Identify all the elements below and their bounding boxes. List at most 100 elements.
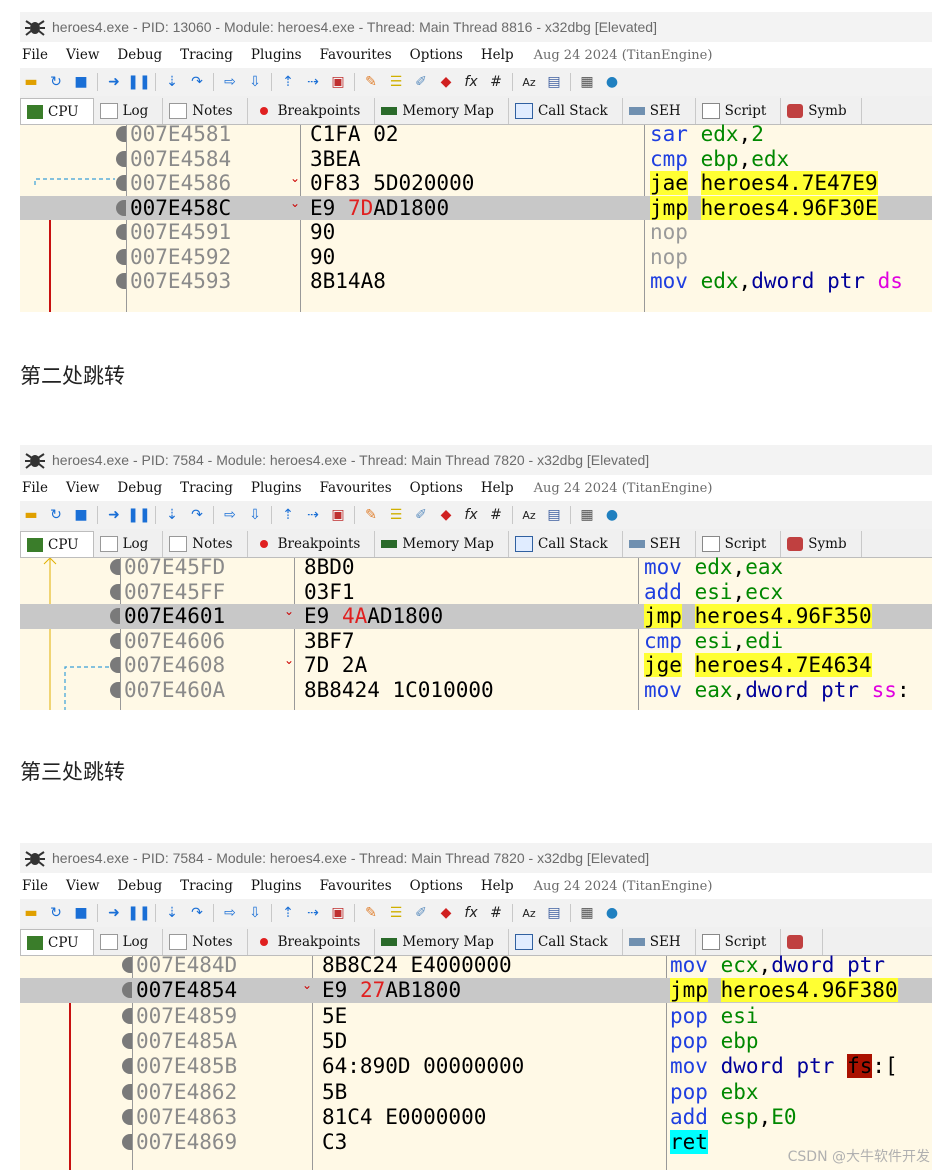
breakpoint-dot[interactable] [110, 657, 120, 673]
instruction-row[interactable]: 007E4581 C1FA 02 sar edx,2 [20, 122, 932, 147]
tab-call-stack[interactable]: Call Stack [509, 531, 623, 557]
instruction-row[interactable]: 007E45FD 8BD0 mov edx,eax [20, 555, 932, 580]
tab-call-stack[interactable]: Call Stack [509, 98, 623, 124]
breakpoint-dot[interactable] [122, 1108, 132, 1125]
instruction-row[interactable]: 007E4591 90 nop [20, 220, 932, 245]
instruction-row[interactable]: 007E4608 ⌄ 7D 2A jge heroes4.7E4634 [20, 653, 932, 678]
step-into-icon[interactable]: ⇣ [163, 506, 181, 524]
breakpoint-dot[interactable] [122, 1058, 132, 1075]
instruction-row[interactable]: 007E460A 8B8424 1C010000 mov eax,dword ptr… [20, 678, 932, 703]
tab-memory-map[interactable]: Memory Map [375, 929, 509, 955]
breakpoint-dot[interactable] [116, 150, 126, 167]
font-icon[interactable]: Aᴢ [520, 73, 538, 91]
label-icon[interactable]: ✐ [412, 904, 430, 922]
breakpoint-dot[interactable] [110, 583, 120, 600]
tab-cpu[interactable]: CPU [20, 531, 94, 557]
step-over-icon[interactable]: ↷ [188, 73, 206, 91]
instruction-row[interactable]: 007E4863 81C4 E0000000 add esp,E0 [20, 1105, 932, 1130]
tab-symbols[interactable]: Symb [781, 98, 862, 124]
menu-options[interactable]: Options [410, 878, 463, 894]
trace-into-icon[interactable]: ⇨ [221, 506, 239, 524]
breakpoint-dot[interactable] [116, 126, 126, 142]
menu-options[interactable]: Options [410, 480, 463, 496]
tab-log[interactable]: Log [94, 531, 164, 557]
menu-view[interactable]: View [66, 47, 99, 63]
instruction-row[interactable]: 007E458C ⌄ E9 7DAD1800 jmp heroes4.96F30E [20, 195, 932, 220]
tab-breakpoints[interactable]: Breakpoints [248, 531, 376, 557]
breakpoint-dot[interactable] [110, 632, 120, 649]
pause-icon[interactable]: ❚❚ [127, 73, 150, 91]
function-icon[interactable]: fx [462, 506, 480, 524]
menu-favourites[interactable]: Favourites [320, 480, 392, 496]
comment-icon[interactable]: ☰ [387, 904, 405, 922]
bookmark-icon[interactable]: ◆ [437, 506, 455, 524]
breakpoint-dot[interactable] [122, 1083, 132, 1100]
menu-help[interactable]: Help [481, 878, 514, 894]
globe-icon[interactable]: ● [603, 73, 621, 91]
breakpoint-dot[interactable] [122, 982, 132, 999]
breakpoint-dot[interactable] [122, 1134, 132, 1151]
menu-tracing[interactable]: Tracing [180, 480, 233, 496]
breakpoint-dot[interactable] [110, 608, 120, 624]
tab-cpu[interactable]: CPU [20, 929, 94, 955]
breakpoint-dot[interactable] [122, 1007, 132, 1024]
open-icon[interactable]: ▬ [22, 73, 40, 91]
memory-icon[interactable]: ▤ [545, 73, 563, 91]
font-icon[interactable]: Aᴢ [520, 506, 538, 524]
patch-icon[interactable]: ✎ [362, 506, 380, 524]
menu-tracing[interactable]: Tracing [180, 47, 233, 63]
open-icon[interactable]: ▬ [22, 904, 40, 922]
menu-file[interactable]: File [22, 47, 48, 63]
instruction-row[interactable]: 007E4862 5B pop ebx [20, 1080, 932, 1105]
breakpoint-dot[interactable] [116, 248, 126, 265]
execute-till-return-icon[interactable]: ⇡ [279, 904, 297, 922]
stop-icon[interactable]: ■ [72, 506, 90, 524]
function-icon[interactable]: fx [462, 904, 480, 922]
tab-call-stack[interactable]: Call Stack [509, 929, 623, 955]
step-over-icon[interactable]: ↷ [188, 506, 206, 524]
script-icon[interactable]: ▣ [329, 73, 347, 91]
stop-icon[interactable]: ■ [72, 73, 90, 91]
breakpoint-dot[interactable] [110, 559, 120, 575]
instruction-row[interactable]: 007E485A 5D pop ebp [20, 1029, 932, 1054]
trace-over-icon[interactable]: ⇩ [246, 904, 264, 922]
restart-icon[interactable]: ↻ [47, 73, 65, 91]
instruction-row[interactable]: 007E4859 5E pop esi [20, 1004, 932, 1029]
bookmark-icon[interactable]: ◆ [437, 73, 455, 91]
instruction-row[interactable]: 007E484D 8B8C24 E4000000 mov ecx,dword ptr [20, 953, 932, 978]
menu-file[interactable]: File [22, 878, 48, 894]
trace-over-icon[interactable]: ⇩ [246, 506, 264, 524]
run-to-user-code-icon[interactable]: ⇢ [304, 506, 322, 524]
tab-seh[interactable]: SEH [623, 531, 696, 557]
tab-log[interactable]: Log [94, 98, 164, 124]
comment-icon[interactable]: ☰ [387, 506, 405, 524]
tab-notes[interactable]: Notes [163, 531, 248, 557]
globe-icon[interactable]: ● [603, 904, 621, 922]
instruction-row[interactable]: 007E4601 ⌄ E9 4AAD1800 jmp heroes4.96F350 [20, 604, 932, 629]
trace-over-icon[interactable]: ⇩ [246, 73, 264, 91]
hash-icon[interactable]: # [487, 904, 505, 922]
breakpoint-dot[interactable] [110, 681, 120, 698]
breakpoint-dot[interactable] [122, 1032, 132, 1049]
tab-notes[interactable]: Notes [163, 929, 248, 955]
execute-till-return-icon[interactable]: ⇡ [279, 73, 297, 91]
calculator-icon[interactable]: ▦ [578, 506, 596, 524]
menu-view[interactable]: View [66, 878, 99, 894]
instruction-row[interactable]: 007E4854 ⌄ E9 27AB1800 jmp heroes4.96F380 [20, 978, 932, 1003]
breakpoint-dot[interactable] [116, 224, 126, 240]
breakpoint-dot[interactable] [116, 273, 126, 289]
tab-breakpoints[interactable]: Breakpoints [248, 929, 376, 955]
script-icon[interactable]: ▣ [329, 506, 347, 524]
breakpoint-dot[interactable] [116, 199, 126, 216]
label-icon[interactable]: ✐ [412, 73, 430, 91]
menu-favourites[interactable]: Favourites [320, 878, 392, 894]
execute-till-return-icon[interactable]: ⇡ [279, 506, 297, 524]
tab-script[interactable]: Script [696, 98, 782, 124]
menu-file[interactable]: File [22, 480, 48, 496]
tab-memory-map[interactable]: Memory Map [375, 531, 509, 557]
menu-tracing[interactable]: Tracing [180, 878, 233, 894]
memory-icon[interactable]: ▤ [545, 904, 563, 922]
run-to-user-code-icon[interactable]: ⇢ [304, 904, 322, 922]
tab-memory-map[interactable]: Memory Map [375, 98, 509, 124]
menu-favourites[interactable]: Favourites [320, 47, 392, 63]
